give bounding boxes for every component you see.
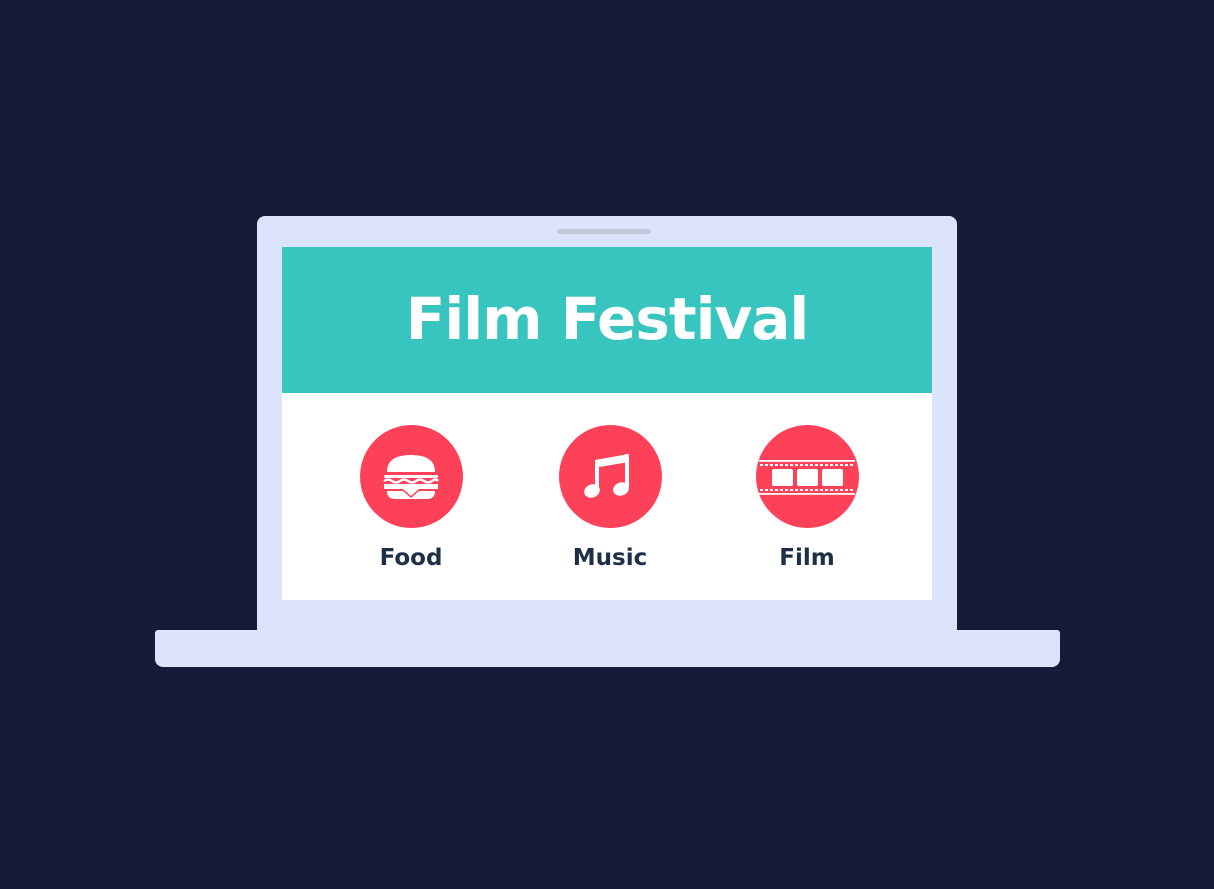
page-title: Film Festival xyxy=(405,285,810,353)
category-food[interactable]: Food xyxy=(331,425,491,570)
music-icon-circle xyxy=(558,425,662,528)
category-label-food: Food xyxy=(379,545,443,571)
laptop-lid: Film Festival Food Music Film xyxy=(257,216,957,636)
page-header: Film Festival xyxy=(282,247,932,393)
film-strip-icon xyxy=(759,459,855,495)
camera-bar xyxy=(557,229,651,234)
category-label-film: Film xyxy=(779,545,835,571)
music-note-icon xyxy=(584,453,629,498)
burger-icon xyxy=(383,454,440,499)
laptop-base xyxy=(155,630,1060,667)
laptop-screen: Film Festival Food Music Film xyxy=(282,247,932,600)
category-film[interactable]: Film xyxy=(727,425,887,570)
category-label-music: Music xyxy=(572,545,648,571)
category-music[interactable]: Music xyxy=(530,425,690,570)
food-icon-circle xyxy=(359,425,463,528)
film-icon-circle xyxy=(755,425,859,528)
